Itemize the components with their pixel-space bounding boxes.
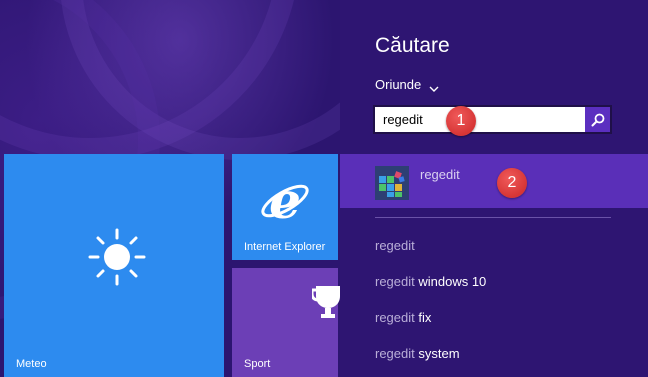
suggestion-suffix: fix: [414, 310, 432, 325]
pane-title: Căutare: [375, 34, 450, 57]
callout-2: 2: [497, 168, 527, 198]
top-result-regedit[interactable]: regedit: [340, 154, 648, 208]
svg-text:e: e: [269, 174, 301, 226]
suggestion-item[interactable]: regedit fix: [375, 310, 431, 325]
tile-label: Internet Explorer: [244, 241, 326, 253]
top-result-label: regedit: [420, 167, 460, 182]
suggestion-item[interactable]: regedit windows 10: [375, 274, 486, 289]
divider: [375, 217, 611, 218]
search-scope-dropdown[interactable]: Oriunde: [375, 77, 439, 92]
suggestion-prefix: regedit: [375, 310, 415, 325]
tile-internet-explorer[interactable]: e Internet Explorer: [232, 154, 338, 260]
suggestion-prefix: regedit: [375, 274, 415, 289]
search-scope-label: Oriunde: [375, 77, 422, 92]
tile-label: Sport: [244, 358, 271, 370]
tile-weather[interactable]: Meteo: [4, 154, 224, 377]
suggestion-suffix: system: [414, 346, 460, 361]
search-button[interactable]: [585, 107, 610, 132]
suggestion-prefix: regedit: [375, 346, 415, 361]
search-input[interactable]: [375, 107, 584, 132]
chevron-down-icon: [429, 81, 439, 92]
tile-label: Meteo: [16, 358, 47, 370]
suggestion-prefix: regedit: [375, 238, 415, 253]
trophy-icon: [312, 284, 342, 320]
tile-sport[interactable]: Sport: [232, 268, 340, 377]
suggestion-item[interactable]: regedit: [375, 238, 415, 253]
suggestion-suffix: windows 10: [414, 274, 487, 289]
sun-icon: [87, 227, 147, 287]
internet-explorer-icon: e: [259, 171, 311, 230]
search-box: [373, 105, 612, 134]
suggestion-item[interactable]: regedit system: [375, 346, 460, 361]
callout-1: 1: [446, 106, 476, 136]
search-icon: [591, 113, 605, 127]
registry-editor-icon: [375, 166, 409, 200]
search-pane: Căutare Oriunde regedit regedit regedit …: [340, 0, 648, 377]
